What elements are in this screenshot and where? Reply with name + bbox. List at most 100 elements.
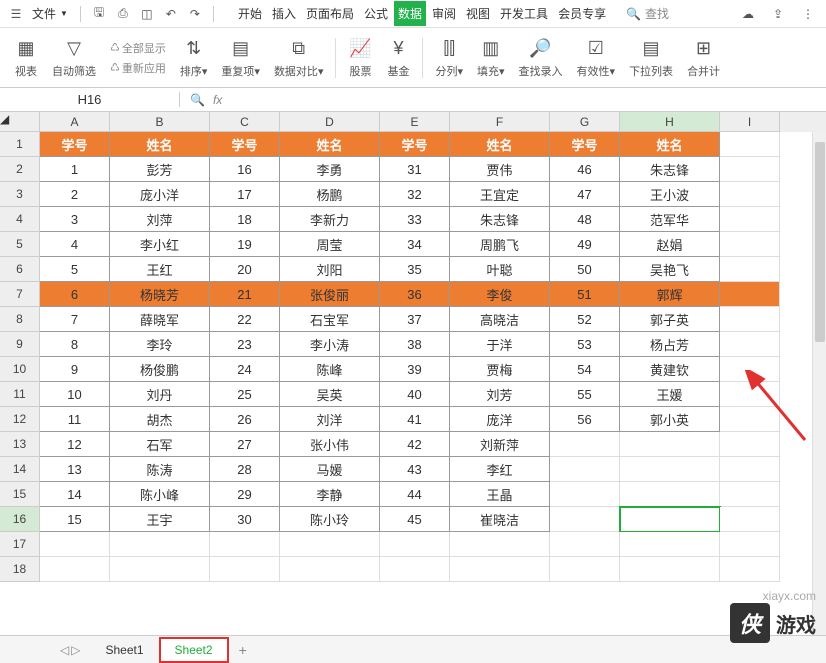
cell[interactable]	[720, 482, 780, 507]
print-icon[interactable]: ⎙	[113, 4, 133, 24]
cell[interactable]	[720, 257, 780, 282]
cell[interactable]: 于洋	[450, 332, 550, 357]
ribbon-duplicates[interactable]: ▤ 重复项▾	[215, 35, 266, 81]
undo-icon[interactable]: ↶	[161, 4, 181, 24]
cell[interactable]	[280, 532, 380, 557]
cell[interactable]: 8	[40, 332, 110, 357]
cell[interactable]: 34	[380, 232, 450, 257]
cell[interactable]: 9	[40, 357, 110, 382]
cell[interactable]: 贾梅	[450, 357, 550, 382]
cell[interactable]: 10	[40, 382, 110, 407]
cell[interactable]: 47	[550, 182, 620, 207]
cell[interactable]: 50	[550, 257, 620, 282]
cell[interactable]	[550, 457, 620, 482]
cell[interactable]	[720, 332, 780, 357]
cell[interactable]: 43	[380, 457, 450, 482]
cell[interactable]	[720, 507, 780, 532]
row-header[interactable]: 10	[0, 357, 40, 382]
ribbon-consolidate[interactable]: ⊞ 合并计	[681, 35, 726, 81]
cell[interactable]	[40, 557, 110, 582]
cell[interactable]: 李红	[450, 457, 550, 482]
cell[interactable]: 12	[40, 432, 110, 457]
cell[interactable]	[550, 482, 620, 507]
cell[interactable]	[620, 482, 720, 507]
save-icon[interactable]: 🖫	[89, 4, 109, 24]
cell[interactable]: 40	[380, 382, 450, 407]
cell[interactable]: 42	[380, 432, 450, 457]
cell[interactable]: 20	[210, 257, 280, 282]
name-box[interactable]: H16	[0, 92, 180, 107]
search-box[interactable]: 🔍 查找	[626, 5, 669, 22]
row-header[interactable]: 11	[0, 382, 40, 407]
row-header[interactable]: 7	[0, 282, 40, 307]
cell[interactable]: 黄建钦	[620, 357, 720, 382]
cell[interactable]: 李小涛	[280, 332, 380, 357]
more-icon[interactable]: ⋮	[798, 4, 818, 24]
cell[interactable]	[210, 532, 280, 557]
col-header-H[interactable]: H	[620, 112, 720, 132]
cell[interactable]: 52	[550, 307, 620, 332]
header-cell[interactable]: 学号	[210, 132, 280, 157]
cell[interactable]: 刘新萍	[450, 432, 550, 457]
cell[interactable]: 王宜定	[450, 182, 550, 207]
cell[interactable]: 5	[40, 257, 110, 282]
cell[interactable]	[40, 532, 110, 557]
cell[interactable]: 庞洋	[450, 407, 550, 432]
cell[interactable]: 3	[40, 207, 110, 232]
cell[interactable]: 张俊丽	[280, 282, 380, 307]
cell[interactable]	[720, 457, 780, 482]
col-header-E[interactable]: E	[380, 112, 450, 132]
cell[interactable]: 郭子英	[620, 307, 720, 332]
cell[interactable]	[720, 532, 780, 557]
header-cell[interactable]: 学号	[40, 132, 110, 157]
cell[interactable]	[720, 282, 780, 307]
cancel-icon[interactable]: 🔍	[190, 93, 205, 107]
cell[interactable]	[620, 532, 720, 557]
cell[interactable]: 王媛	[620, 382, 720, 407]
cell[interactable]	[620, 507, 720, 532]
cell[interactable]	[720, 307, 780, 332]
cloud-icon[interactable]: ☁	[738, 4, 758, 24]
cell[interactable]: 25	[210, 382, 280, 407]
cell[interactable]: 李静	[280, 482, 380, 507]
cell[interactable]: 王晶	[450, 482, 550, 507]
cell[interactable]: 贾伟	[450, 157, 550, 182]
cell[interactable]: 刘萍	[110, 207, 210, 232]
cell[interactable]: 李勇	[280, 157, 380, 182]
cell[interactable]	[550, 557, 620, 582]
cell[interactable]: 14	[40, 482, 110, 507]
cell[interactable]: 32	[380, 182, 450, 207]
cell[interactable]	[450, 557, 550, 582]
cell[interactable]: 叶聪	[450, 257, 550, 282]
row-header[interactable]: 14	[0, 457, 40, 482]
cell[interactable]: 28	[210, 457, 280, 482]
select-all-corner[interactable]: ◢	[0, 112, 40, 132]
cell[interactable]: 马媛	[280, 457, 380, 482]
cell[interactable]: 23	[210, 332, 280, 357]
cell[interactable]: 高晓洁	[450, 307, 550, 332]
row-header[interactable]: 1	[0, 132, 40, 157]
cell[interactable]: 吴英	[280, 382, 380, 407]
col-header-G[interactable]: G	[550, 112, 620, 132]
fx-icon[interactable]: fx	[213, 93, 222, 107]
cell[interactable]: 48	[550, 207, 620, 232]
cell[interactable]: 周莹	[280, 232, 380, 257]
tab-start[interactable]: 开始	[234, 1, 266, 26]
header-cell[interactable]: 姓名	[620, 132, 720, 157]
cell[interactable]: 赵娟	[620, 232, 720, 257]
sheet-tab-2[interactable]: Sheet2	[159, 637, 229, 663]
cell[interactable]: 陈小峰	[110, 482, 210, 507]
ribbon-splitcol[interactable]: ⫿⫿ 分列▾	[429, 35, 469, 81]
tab-review[interactable]: 审阅	[428, 1, 460, 26]
cell[interactable]: 29	[210, 482, 280, 507]
col-header-A[interactable]: A	[40, 112, 110, 132]
row-header[interactable]: 8	[0, 307, 40, 332]
cell[interactable]: 杨鹏	[280, 182, 380, 207]
cell[interactable]: 郭辉	[620, 282, 720, 307]
cell[interactable]: 王小波	[620, 182, 720, 207]
ribbon-fund[interactable]: ¥ 基金	[380, 35, 416, 81]
cell[interactable]: 27	[210, 432, 280, 457]
cell[interactable]	[550, 507, 620, 532]
cell[interactable]	[550, 432, 620, 457]
cell[interactable]: 22	[210, 307, 280, 332]
